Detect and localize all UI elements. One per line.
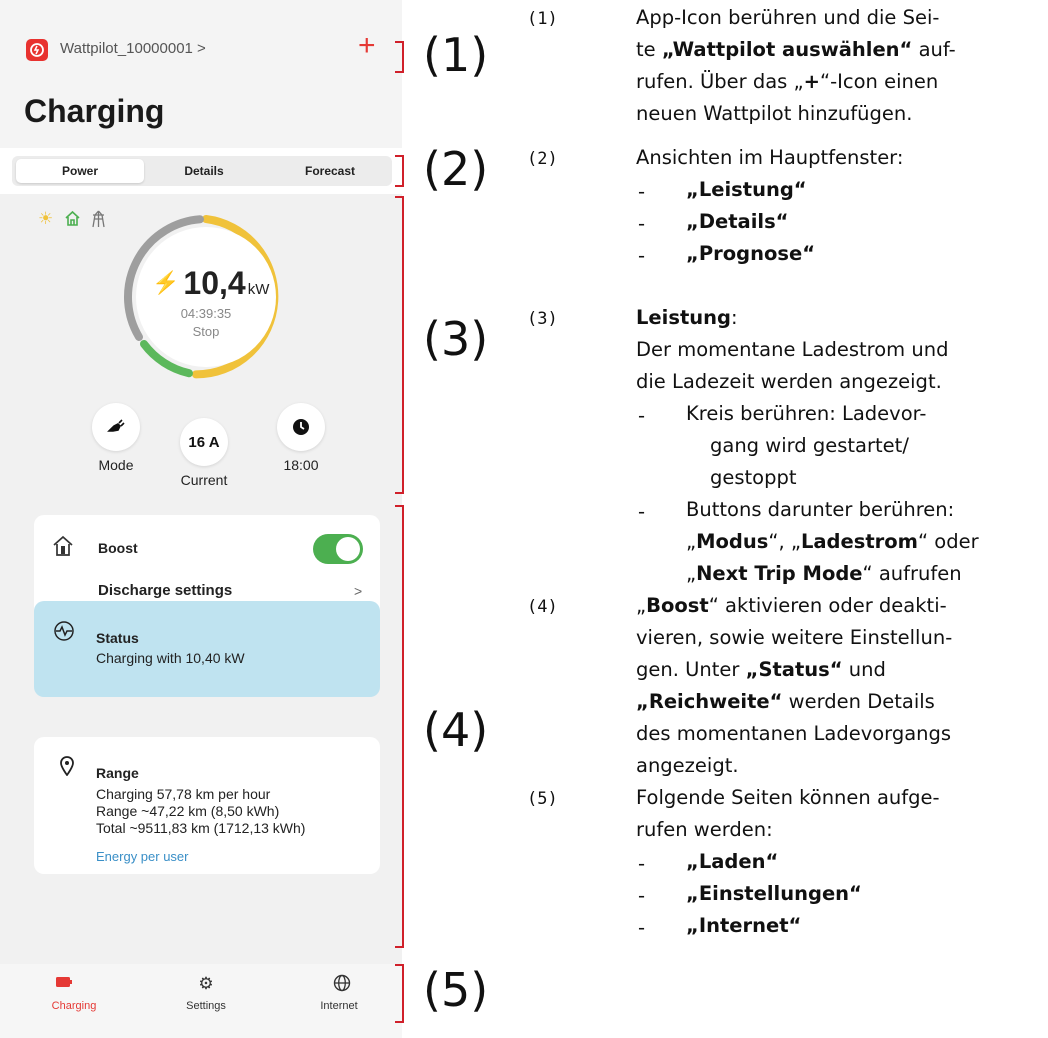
dash: - (638, 884, 646, 907)
range-title: Range (96, 765, 139, 781)
annotation-2-line: Ansichten im Hauptfenster: (636, 146, 904, 169)
range-total: Total ~9511,83 km (1712,13 kWh) (96, 820, 306, 836)
callout-3: (3) (423, 312, 489, 366)
tab-power[interactable]: Power (16, 159, 144, 183)
dash: - (638, 852, 646, 875)
annotation-3-line: Der momentane Ladestrom und (636, 338, 949, 361)
page-title: Charging (24, 93, 165, 129)
annotation-4-line: angezeigt. (636, 754, 739, 777)
annotation-3-line: Kreis berühren: Ladevor- (686, 402, 927, 425)
nav-charging[interactable]: Charging (29, 1000, 119, 1012)
bolt-icon: ⚡ (152, 270, 180, 295)
battery-icon[interactable] (44, 974, 84, 994)
annotation-5-item: „Laden“ (686, 850, 779, 873)
bracket-1 (395, 41, 404, 73)
dash: - (638, 180, 646, 203)
charging-timer: 04:39:35 (180, 306, 232, 321)
status-title: Status (96, 630, 139, 646)
annotation-2-item: „Details“ (686, 210, 789, 233)
annotation-3-line: die Ladezeit werden angezeigt. (636, 370, 942, 393)
boost-title: Boost (98, 540, 138, 556)
callout-4: (4) (423, 703, 489, 757)
sun-icon: ☀ (38, 209, 54, 228)
annotation-2-item: „Prognose“ (686, 242, 816, 265)
annotation-1-line: neuen Wattpilot hinzufügen. (636, 102, 913, 125)
callout-5: (5) (423, 963, 489, 1017)
current-label: Current (180, 472, 228, 488)
status-pulse-icon (53, 620, 75, 647)
globe-icon[interactable] (322, 974, 362, 997)
annotation-3-line: gestoppt (710, 466, 797, 489)
bracket-2 (395, 155, 404, 187)
add-wallbox-button[interactable]: + (358, 31, 376, 61)
power-readout: ⚡ 10,4 kW (152, 265, 272, 302)
annotation-1-line: rufen. Über das „+“-Icon einen (636, 70, 939, 93)
annotation-number: (4) (527, 597, 558, 617)
annotation-5-item: „Einstellungen“ (686, 882, 862, 905)
app-icon[interactable] (26, 39, 48, 61)
gear-icon[interactable]: ⚙ (186, 974, 226, 994)
mode-label: Mode (98, 457, 134, 473)
callout-2: (2) (423, 142, 489, 196)
wallbox-selector[interactable]: Wattpilot_10000001 > (60, 40, 206, 57)
range-estimate: Range ~47,22 km (8,50 kWh) (96, 803, 280, 819)
callout-1: (1) (423, 28, 489, 82)
annotation-5-line: rufen werden: (636, 818, 773, 841)
annotation-number: (5) (527, 789, 558, 809)
nav-internet[interactable]: Internet (294, 1000, 384, 1012)
battery-home-icon (52, 535, 74, 562)
annotation-2-item: „Leistung“ (686, 178, 807, 201)
chevron-right-icon[interactable]: > (354, 583, 362, 599)
bracket-5 (395, 964, 404, 1023)
time-label: 18:00 (283, 457, 319, 473)
nav-settings[interactable]: Settings (161, 1000, 251, 1012)
annotation-3-line: „Modus“, „Ladestrom“ oder (686, 530, 979, 553)
tab-details[interactable]: Details (142, 159, 266, 183)
mode-button[interactable] (92, 403, 140, 451)
next-trip-button[interactable] (277, 403, 325, 451)
annotation-3-line: „Next Trip Mode“ aufrufen (686, 562, 962, 585)
energy-per-user-link[interactable]: Energy per user (96, 849, 189, 864)
app-screenshot: Wattpilot_10000001 > + Charging Power De… (0, 0, 402, 1038)
boost-toggle[interactable] (313, 534, 363, 564)
annotation-3-line: Buttons darunter berühren: (686, 498, 955, 521)
home-icon (64, 210, 81, 230)
annotation-3-line: gang wird gestartet/ (710, 434, 909, 457)
grid-icon (90, 210, 107, 231)
dash: - (638, 500, 646, 523)
annotation-4-line: gen. Unter „Status“ und (636, 658, 886, 681)
annotation-5-line: Folgende Seiten können aufge- (636, 786, 940, 809)
clock-icon (293, 419, 309, 435)
dash: - (638, 916, 646, 939)
location-pin-icon (60, 756, 74, 781)
annotation-1-line: te „Wattpilot auswählen“ auf- (636, 38, 956, 61)
dash: - (638, 404, 646, 427)
annotation-3-line: Leistung: (636, 306, 738, 329)
status-text: Charging with 10,40 kW (96, 650, 245, 666)
status-card (34, 601, 380, 697)
power-value: 10,4 (183, 265, 246, 301)
range-charging-rate: Charging 57,78 km per hour (96, 786, 271, 802)
current-button[interactable]: 16 A (180, 418, 228, 466)
annotation-4-line: „Boost“ aktivieren oder deakti- (636, 594, 947, 617)
view-tabs: Power Details Forecast (12, 156, 392, 186)
annotation-4-line: „Reichweite“ werden Details (636, 690, 935, 713)
bracket-4 (395, 505, 404, 948)
discharge-settings-link[interactable]: Discharge settings (98, 582, 232, 599)
annotation-4-line: vieren, sowie weitere Einstellun- (636, 626, 953, 649)
annotation-number: (2) (527, 149, 558, 169)
current-value: 16 A (188, 433, 220, 451)
annotation-number: (3) (527, 309, 558, 329)
bracket-3 (395, 196, 404, 494)
power-unit: kW (247, 281, 270, 298)
dash: - (638, 212, 646, 235)
dash: - (638, 244, 646, 267)
annotation-number: (1) (527, 9, 558, 29)
annotation-1-line: App-Icon berühren und die Sei- (636, 6, 940, 29)
annotation-4-line: des momentanen Ladevorgangs (636, 722, 952, 745)
plug-icon (107, 419, 125, 432)
annotation-5-item: „Internet“ (686, 914, 802, 937)
stop-label[interactable]: Stop (160, 324, 252, 339)
tab-forecast[interactable]: Forecast (268, 159, 392, 183)
